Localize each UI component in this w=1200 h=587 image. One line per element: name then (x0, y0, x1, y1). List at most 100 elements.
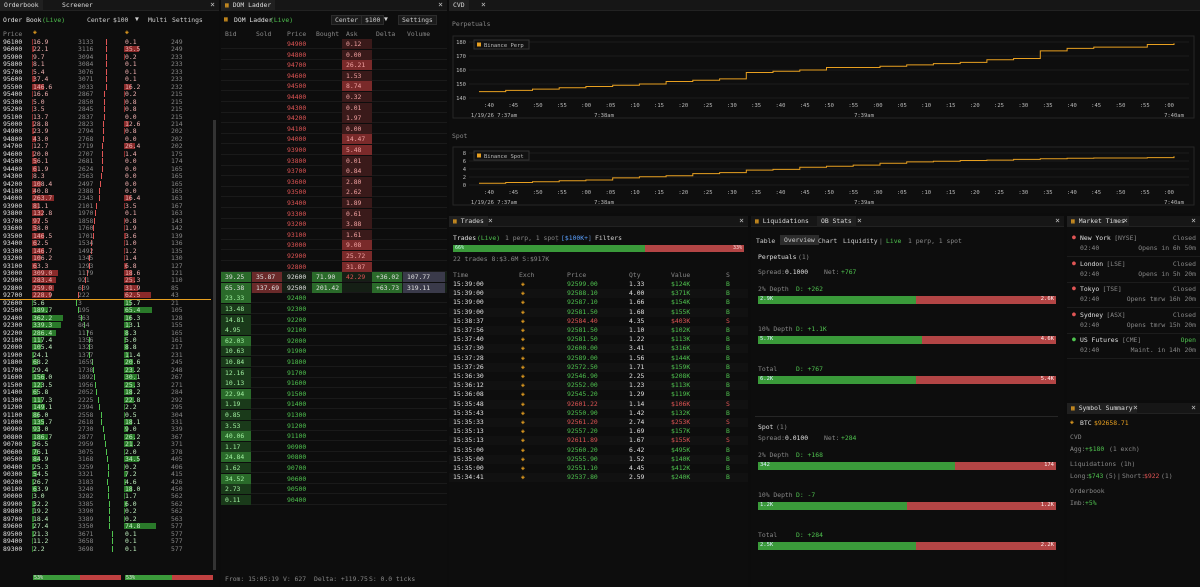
tab-liquidity[interactable]: Liquidity (843, 238, 878, 245)
close-icon[interactable]: × (1123, 217, 1128, 225)
tab-orderbook[interactable]: Orderbook (0, 0, 43, 11)
settings-button[interactable]: Settings (398, 15, 437, 25)
ladder-row[interactable]: 12.16 91700 (221, 367, 447, 378)
ladder-row[interactable]: 13.48 92300 (221, 304, 447, 314)
ladder-row[interactable]: 0.11 90400 (221, 494, 447, 505)
ladder-row[interactable]: 10.63 91900 (221, 346, 447, 357)
trade-row[interactable]: 15:35:00 ◈ 92555.90 1.52 $140K B (449, 454, 748, 464)
size-select[interactable]: $100 (361, 15, 385, 25)
tab-overview[interactable]: Overview (780, 235, 819, 245)
ladder-row[interactable]: 14.81 92200 (221, 314, 447, 325)
tab-symbol-summary[interactable]: ▦ Symbol Summary (1067, 403, 1137, 414)
ladder-row[interactable]: 94700 26.21 (221, 60, 447, 71)
ladder-row[interactable]: 0.85 91300 (221, 410, 447, 420)
tab-screener[interactable]: Screener (58, 0, 97, 11)
ladder-row[interactable]: 62.03 92000 (221, 335, 447, 346)
ask-row[interactable]: 95200 3.5 2845 0.8 215 (0, 106, 219, 113)
ladder-row[interactable]: 93100 1.61 (221, 229, 447, 240)
trade-row[interactable]: 15:38:37 ◈ 92584.40 4.35 $403K S (449, 317, 748, 326)
chevron-down-icon[interactable]: ▼ (135, 16, 139, 23)
settings-button[interactable]: Settings (172, 17, 203, 24)
trade-row[interactable]: 15:37:30 ◈ 92600.00 3.41 $316K B (449, 344, 748, 354)
trade-row[interactable]: 15:36:08 ◈ 92545.20 1.29 $119K B (449, 390, 748, 399)
market-row[interactable]: ● New York [NYSE] Closed 02:40 Opens in 6h 50… (1067, 233, 1200, 257)
trade-row[interactable]: 15:39:00 ◈ 92599.00 1.33 $124K B (449, 280, 748, 289)
tab-ob-stats[interactable]: OB Stats (817, 216, 856, 227)
ladder-row[interactable]: 94400 0.32 (221, 92, 447, 102)
trade-row[interactable]: 15:37:56 ◈ 92581.50 1.10 $102K B (449, 326, 748, 335)
ladder-row[interactable]: 93500 2.62 (221, 187, 447, 198)
ladder-row[interactable]: 24.84 90800 (221, 452, 447, 463)
ladder-row[interactable]: 94800 0.00 (221, 49, 447, 60)
vertical-scrollbar[interactable] (213, 120, 216, 570)
ladder-row[interactable]: 94200 1.97 (221, 113, 447, 124)
tab-trades[interactable]: ▦ Trades (449, 216, 488, 227)
ladder-row[interactable]: 94500 8.74 (221, 81, 447, 92)
trade-row[interactable]: 15:35:33 ◈ 92561.20 2.74 $253K S (449, 418, 748, 427)
ladder-row[interactable]: 94900 0.12 (221, 39, 447, 49)
ladder-row[interactable]: 1.17 90900 (221, 441, 447, 452)
ladder-row[interactable]: 23.33 92400 (221, 293, 447, 304)
trade-row[interactable]: 15:35:13 ◈ 92557.20 1.69 $157K B (449, 427, 748, 436)
close-icon[interactable]: × (1133, 404, 1138, 412)
trade-row[interactable]: 15:36:30 ◈ 92546.90 2.25 $208K B (449, 372, 748, 381)
trade-row[interactable]: 15:37:40 ◈ 92581.50 1.22 $113K B (449, 335, 748, 344)
ladder-row[interactable]: 94600 1.53 (221, 70, 447, 81)
market-row[interactable]: ● Sydney [ASX] Closed 02:40 Opens tmrw 15h 20… (1067, 310, 1200, 334)
close-panel-icon[interactable]: × (1191, 404, 1196, 412)
ladder-row[interactable]: 3.53 91200 (221, 420, 447, 431)
bid-row[interactable]: 89300 2.2 3698 0.1 577 (0, 545, 219, 553)
tab-table[interactable]: Table (756, 238, 775, 245)
ladder-row[interactable]: 34.52 90600 (221, 473, 447, 484)
ladder-row[interactable]: 93300 0.61 (221, 208, 447, 219)
trade-row[interactable]: 15:37:28 ◈ 92589.00 1.56 $144K B (449, 354, 748, 363)
trade-row[interactable]: 15:36:12 ◈ 92552.00 1.23 $113K B (449, 381, 748, 391)
ladder-row[interactable]: 92900 25.72 (221, 251, 447, 261)
trade-row[interactable]: 15:39:00 ◈ 92587.10 1.66 $154K B (449, 298, 748, 307)
ladder-row[interactable]: 94300 0.01 (221, 102, 447, 113)
trade-row[interactable]: 15:35:13 ◈ 92611.89 1.67 $155K S (449, 436, 748, 446)
market-row[interactable]: ● Tokyo [TSE] Closed 02:40 Opens tmrw 16h 20m (1067, 284, 1200, 308)
ladder-row[interactable]: 10.84 91800 (221, 357, 447, 367)
tab-dom-ladder[interactable]: ▦ DOM Ladder (221, 0, 276, 11)
tab-market-times[interactable]: ▦ Market Times (1067, 216, 1129, 227)
ladder-row[interactable]: 4.95 92100 (221, 325, 447, 336)
ladder-row[interactable]: 1.19 91400 (221, 399, 447, 410)
trade-row[interactable]: 15:37:26 ◈ 92572.50 1.71 $159K B (449, 362, 748, 372)
trade-row[interactable]: 15:39:00 ◈ 92588.10 4.00 $371K B (449, 289, 748, 299)
bid-row[interactable]: 91200 149.1 2394 2.2 295 (0, 404, 219, 411)
trade-row[interactable]: 15:35:00 ◈ 92560.20 6.42 $495K B (449, 446, 748, 455)
ladder-row[interactable]: 94100 0.00 (221, 123, 447, 134)
close-panel-icon[interactable]: × (1191, 217, 1196, 225)
market-row[interactable]: ● US Futures [CME] Open 02:40 Maint. in 14h 2… (1067, 335, 1200, 359)
close-icon[interactable]: × (488, 217, 493, 225)
ladder-row[interactable]: 40.06 91100 (221, 431, 447, 442)
market-row[interactable]: ● London [LSE] Closed 02:40 Opens in 5h 20m (1067, 259, 1200, 283)
trade-row[interactable]: 15:35:48 ◈ 92601.22 1.14 $106K S (449, 399, 748, 409)
ladder-row[interactable]: 93800 0.01 (221, 155, 447, 166)
ladder-row[interactable]: 93700 0.84 (221, 166, 447, 177)
trade-row[interactable]: 15:39:00 ◈ 92581.50 1.68 $155K B (449, 307, 748, 317)
trade-row[interactable]: 15:35:00 ◈ 92551.10 4.45 $412K B (449, 464, 748, 473)
ladder-row[interactable]: 94000 14.47 (221, 134, 447, 145)
filters-button[interactable]: Filters (595, 235, 622, 242)
ladder-row-active[interactable]: 65.38 137.69 92500 201.42 +63.73 319.11 (221, 282, 447, 293)
close-panel-icon[interactable]: × (1055, 217, 1060, 225)
ladder-row[interactable]: 92800 31.87 (221, 261, 447, 272)
tab-chart[interactable]: Chart (818, 238, 837, 245)
ladder-row[interactable]: 93600 2.80 (221, 176, 447, 187)
ladder-row[interactable]: 93000 9.08 (221, 240, 447, 251)
ask-row[interactable]: 93200 106.2 1345 1.4 130 (0, 255, 219, 262)
chevron-down-icon[interactable]: ▼ (384, 16, 388, 23)
ladder-row[interactable]: 93200 3.88 (221, 219, 447, 230)
ladder-row[interactable]: 93900 5.48 (221, 145, 447, 155)
close-icon[interactable]: × (857, 217, 862, 225)
close-panel-icon[interactable]: × (739, 217, 744, 225)
ladder-row[interactable]: 1.62 90700 (221, 463, 447, 473)
close-icon[interactable]: × (210, 1, 215, 9)
trade-row[interactable]: 15:35:43 ◈ 92550.90 1.42 $132K B (449, 409, 748, 418)
ladder-row-active[interactable]: 39.25 35.87 92600 71.90 42.29 +36.02 107.77 (221, 272, 447, 283)
ladder-row[interactable]: 22.94 91500 (221, 388, 447, 399)
tab-liquidations[interactable]: ▦ Liquidations (751, 216, 813, 227)
cvd-chart[interactable]: 180 170 160 150 140:40:45:50:55:00:05:10:15:… (449, 0, 1200, 213)
